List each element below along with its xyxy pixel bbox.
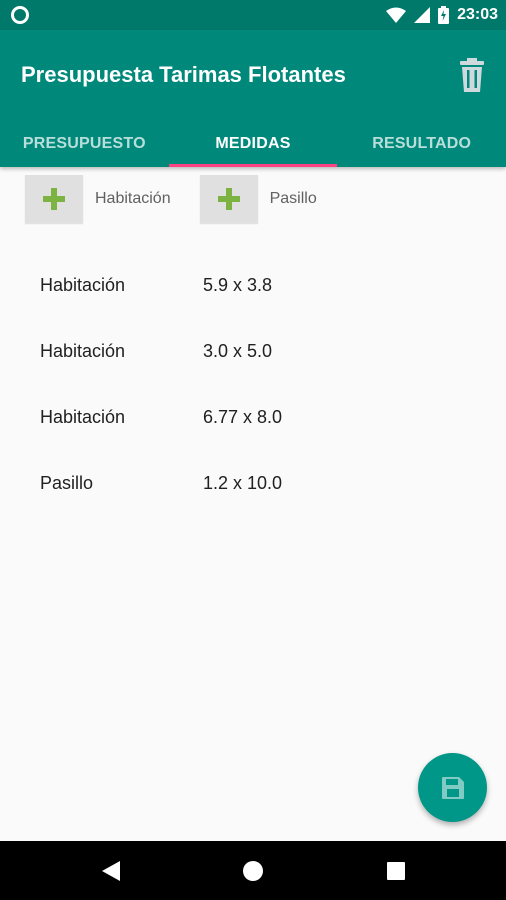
room-name: Habitación: [40, 406, 126, 427]
add-habitacion-label: Habitación: [95, 190, 171, 207]
status-icons: 23:03: [386, 4, 498, 26]
list-item[interactable]: Pasillo 1.2 x 10.0: [40, 450, 480, 516]
recents-icon: [387, 861, 405, 880]
tab-resultado[interactable]: RESULTADO: [337, 120, 506, 167]
save-icon: [441, 776, 464, 799]
tab-presupuesto[interactable]: PRESUPUESTO: [0, 120, 169, 167]
tab-medidas[interactable]: MEDIDAS: [168, 120, 338, 167]
measurements-list: Habitación 5.9 x 3.8 Habitación 3.0 x 5.…: [40, 252, 480, 516]
list-item[interactable]: Habitación 3.0 x 5.0: [40, 318, 480, 384]
circle-notification-icon: [11, 6, 29, 24]
status-bar: 23:03: [0, 0, 506, 30]
home-icon: [243, 860, 263, 881]
room-size: 1.2 x 10.0: [203, 472, 283, 493]
plus-icon: [217, 188, 240, 210]
room-size: 3.0 x 5.0: [203, 340, 273, 361]
tab-bar: PRESUPUESTO MEDIDAS RESULTADO: [0, 120, 506, 167]
wifi-icon: [386, 7, 407, 23]
signal-icon: [414, 7, 431, 23]
add-pasillo-label: Pasillo: [269, 190, 317, 207]
room-size: 5.9 x 3.8: [203, 274, 273, 295]
recents-button[interactable]: [366, 841, 426, 900]
room-name: Habitación: [40, 340, 126, 361]
add-habitacion-button[interactable]: [25, 175, 83, 223]
back-icon: [102, 860, 120, 881]
list-item[interactable]: Habitación 5.9 x 3.8: [40, 252, 480, 318]
room-size: 6.77 x 8.0: [203, 406, 283, 427]
back-button[interactable]: [81, 841, 141, 900]
navigation-bar: [0, 841, 506, 900]
home-button[interactable]: [223, 841, 283, 900]
add-pasillo-button[interactable]: [199, 175, 258, 223]
save-fab-button[interactable]: [418, 753, 487, 822]
list-item[interactable]: Habitación 6.77 x 8.0: [40, 384, 480, 450]
room-name: Pasillo: [40, 472, 94, 493]
room-name: Habitación: [40, 274, 126, 295]
app-title: Presupuesta Tarimas Flotantes: [21, 62, 346, 87]
plus-icon: [43, 188, 65, 210]
delete-button[interactable]: [458, 58, 486, 92]
battery-icon: [438, 6, 450, 24]
app-bar: Presupuesta Tarimas Flotantes PRESUPUEST…: [0, 30, 506, 167]
status-time: 23:03: [457, 6, 498, 23]
add-buttons-row: Habitación Pasillo: [25, 175, 317, 223]
trash-icon: [460, 58, 484, 92]
